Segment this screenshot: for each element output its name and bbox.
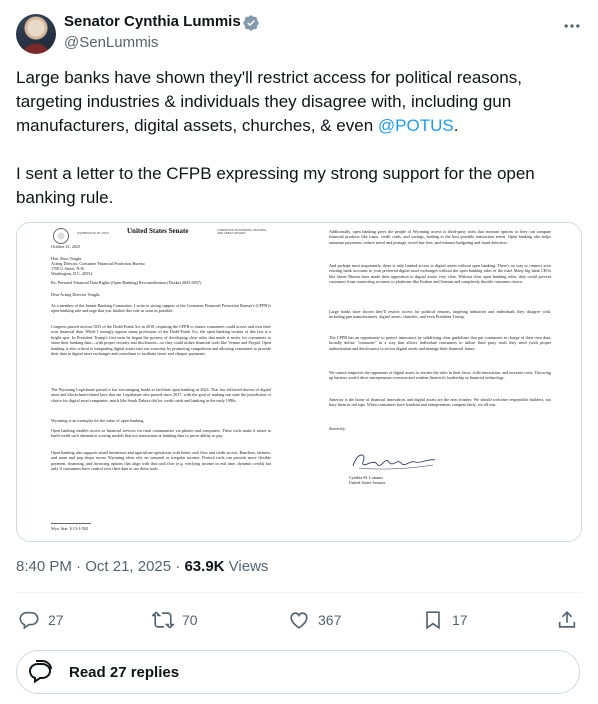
- letter-salutation: Dear Acting Director Vought,: [51, 292, 101, 297]
- views-count: 63.9K: [184, 558, 225, 575]
- heart-icon: [290, 612, 308, 629]
- mention-link[interactable]: @POTUS: [378, 116, 454, 135]
- tweet-paragraph-2: I sent a letter to the CFPB expressing m…: [16, 164, 540, 207]
- letter-paragraph: Open banking also supports small busines…: [51, 450, 271, 472]
- verified-badge-icon: [243, 15, 259, 31]
- divider-top: [16, 592, 582, 593]
- letter-paragraph: Congress passed section 1033 of the Dodd…: [51, 324, 271, 357]
- avatar[interactable]: [16, 14, 56, 54]
- tweet-text-part: .: [453, 116, 459, 135]
- tweet-media-letter[interactable]: United States Senate WASHINGTON, DC 2051…: [16, 222, 582, 542]
- letterhead-title: United States Senate: [127, 227, 189, 235]
- footnote-divider: [51, 523, 91, 524]
- share-icon: [558, 611, 576, 628]
- like-button[interactable]: 367: [288, 608, 341, 632]
- letter-date: October 21, 2025: [51, 244, 81, 249]
- reply-count: 27: [48, 612, 64, 628]
- letter-footnote: Wyo. Stat. § 13-1-502: [51, 526, 89, 531]
- letter-re-line: Re: Personal Financial Data Rights (Open…: [51, 280, 202, 285]
- read-replies-button[interactable]: Read 27 replies: [16, 650, 580, 694]
- letter-paragraph: We cannot empower the opponents of digit…: [329, 370, 551, 381]
- senate-seal-icon: [53, 228, 69, 244]
- letter-page-1: United States Senate WASHINGTON, DC 2051…: [17, 223, 300, 541]
- bookmark-count: 17: [452, 612, 468, 628]
- tweet-meta: 8:40 PM · Oct 21, 2025 · 63.9K Views: [16, 558, 268, 575]
- meta-separator: ·: [171, 558, 185, 575]
- tweet-header: Senator Cynthia Lummis @SenLummis: [16, 12, 582, 56]
- letter-paragraph: The CFPB has an opportunity to protect i…: [329, 335, 551, 351]
- tweet-actions-bar: 27 70 367 17: [16, 604, 582, 636]
- letterhead-committee: COMMITTEE ON BANKING, HOUSING, AND URBAN…: [217, 229, 267, 236]
- reply-button[interactable]: 27: [18, 608, 64, 632]
- signer-title: United States Senator: [349, 480, 386, 485]
- tweet-text: Large banks have shown they'll restrict …: [16, 66, 576, 210]
- repost-button[interactable]: 70: [152, 608, 198, 632]
- author-handle[interactable]: @SenLummis: [64, 34, 158, 51]
- letter-closing: Sincerely,: [329, 426, 346, 431]
- letter-paragraph: And perhaps most importantly, there is o…: [329, 263, 551, 285]
- repost-icon: [152, 611, 174, 629]
- bookmark-icon: [426, 611, 440, 630]
- letter-paragraph: Additionally, open banking gives the peo…: [329, 229, 551, 245]
- views-label: Views: [224, 558, 269, 575]
- bookmark-button[interactable]: 17: [422, 608, 468, 632]
- letter-paragraph: The Wyoming Legislature passed a law enc…: [51, 387, 271, 403]
- letter-page-2: Additionally, open banking gives the peo…: [299, 223, 581, 541]
- letter-paragraph: Large banks have shown they'll restrict …: [329, 309, 551, 320]
- read-replies-label: Read 27 replies: [69, 663, 180, 681]
- more-options-icon[interactable]: [562, 16, 582, 36]
- tweet-date[interactable]: Oct 21, 2025: [85, 558, 171, 575]
- reply-icon: [19, 611, 39, 630]
- letter-paragraph: Wyoming is an exemplar for the value of …: [51, 418, 145, 423]
- letterhead-address: WASHINGTON, DC 20510: [77, 232, 109, 235]
- letter-addressee-4: Washington, D.C. 20552: [51, 271, 93, 276]
- letter-paragraph: America is the home of financial innovat…: [329, 397, 551, 408]
- share-button[interactable]: [556, 608, 586, 632]
- like-count: 367: [318, 612, 342, 628]
- letter-paragraph: As a member of the Senate Banking Commit…: [51, 303, 271, 314]
- meta-separator: ·: [71, 558, 86, 575]
- repost-count: 70: [182, 612, 198, 628]
- conversation-icon: [28, 660, 52, 684]
- author-display-name[interactable]: Senator Cynthia Lummis: [64, 13, 241, 30]
- tweet-time[interactable]: 8:40 PM: [16, 558, 72, 575]
- signature-image: [352, 454, 436, 470]
- letter-paragraph: Open banking enables access to financial…: [51, 428, 271, 439]
